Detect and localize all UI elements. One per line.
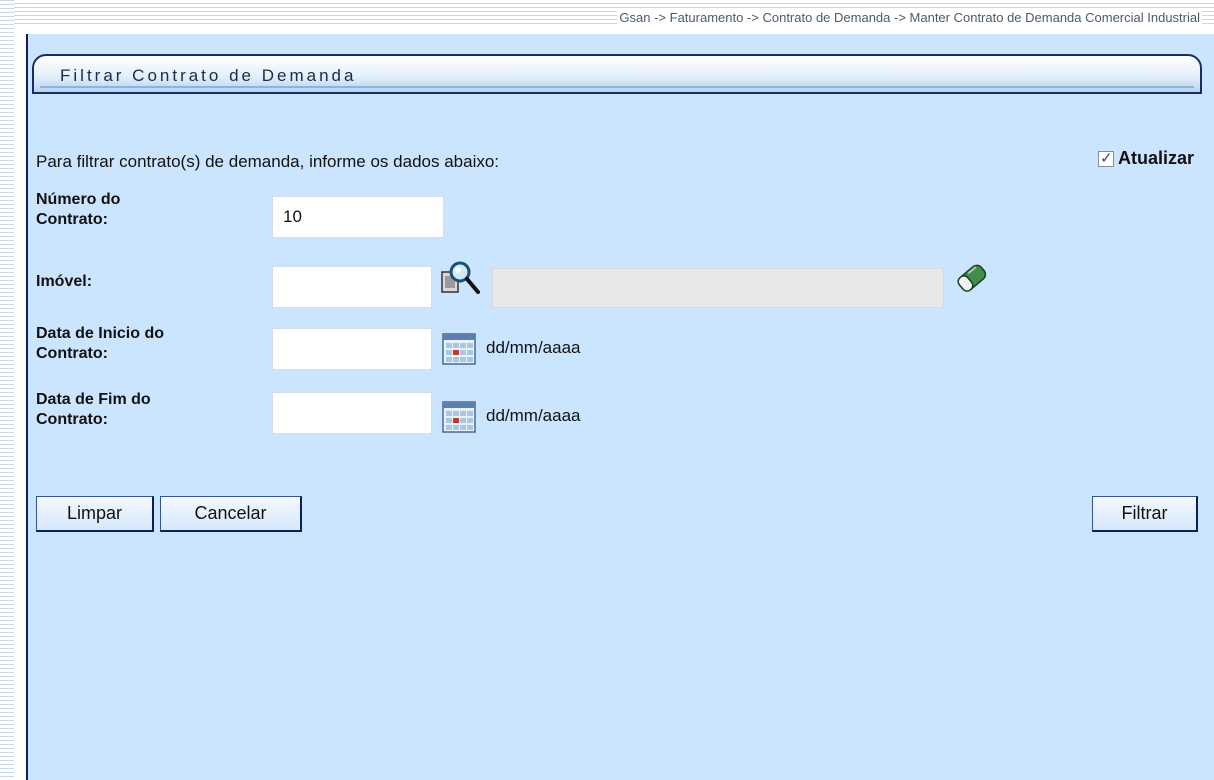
data-inicio-label-line1: Data de Inicio do (36, 325, 165, 342)
limpar-button[interactable]: Limpar (36, 496, 154, 532)
data-inicio-format-hint: dd/mm/aaaa (486, 338, 581, 357)
imovel-input[interactable] (272, 266, 432, 308)
atualizar-checkbox[interactable] (1097, 149, 1114, 167)
imovel-description-field (492, 268, 944, 308)
calendar-icon[interactable] (442, 400, 476, 434)
eraser-icon[interactable] (952, 260, 992, 296)
breadcrumb: Gsan -> Faturamento -> Contrato de Deman… (617, 10, 1202, 25)
panel-title-bar: Filtrar Contrato de Demanda (32, 54, 1202, 94)
data-inicio-label-line2: Contrato: (36, 345, 108, 362)
breadcrumb-bar: Gsan -> Faturamento -> Contrato de Deman… (14, 0, 1214, 26)
calendar-icon[interactable] (442, 332, 476, 366)
left-decorative-rule (0, 0, 14, 780)
data-fim-input[interactable] (272, 392, 432, 434)
cancelar-button[interactable]: Cancelar (160, 496, 302, 532)
atualizar-label: Atualizar (1117, 148, 1194, 168)
data-inicio-input[interactable] (272, 328, 432, 370)
data-fim-format-hint: dd/mm/aaaa (486, 406, 581, 425)
filtrar-button[interactable]: Filtrar (1092, 496, 1198, 532)
filter-panel: Filtrar Contrato de Demanda Para filtrar… (26, 34, 1214, 780)
search-icon[interactable] (440, 260, 490, 296)
numero-contrato-label-line1: Número do (36, 191, 121, 208)
data-inicio-label: Data de Inicio do Contrato: (36, 324, 246, 364)
data-fim-label: Data de Fim do Contrato: (36, 390, 246, 430)
numero-contrato-label-line2: Contrato: (36, 211, 108, 228)
imovel-label: Imóvel: (36, 273, 93, 290)
page-title: Filtrar Contrato de Demanda (60, 66, 357, 85)
instructions-text: Para filtrar contrato(s) de demanda, inf… (36, 152, 500, 171)
atualizar-toggle[interactable]: Atualizar (1097, 148, 1194, 169)
numero-contrato-label: Número do Contrato: (36, 190, 246, 230)
data-fim-label-line1: Data de Fim do (36, 391, 151, 408)
numero-contrato-input[interactable] (272, 196, 444, 238)
data-fim-label-line2: Contrato: (36, 411, 108, 428)
